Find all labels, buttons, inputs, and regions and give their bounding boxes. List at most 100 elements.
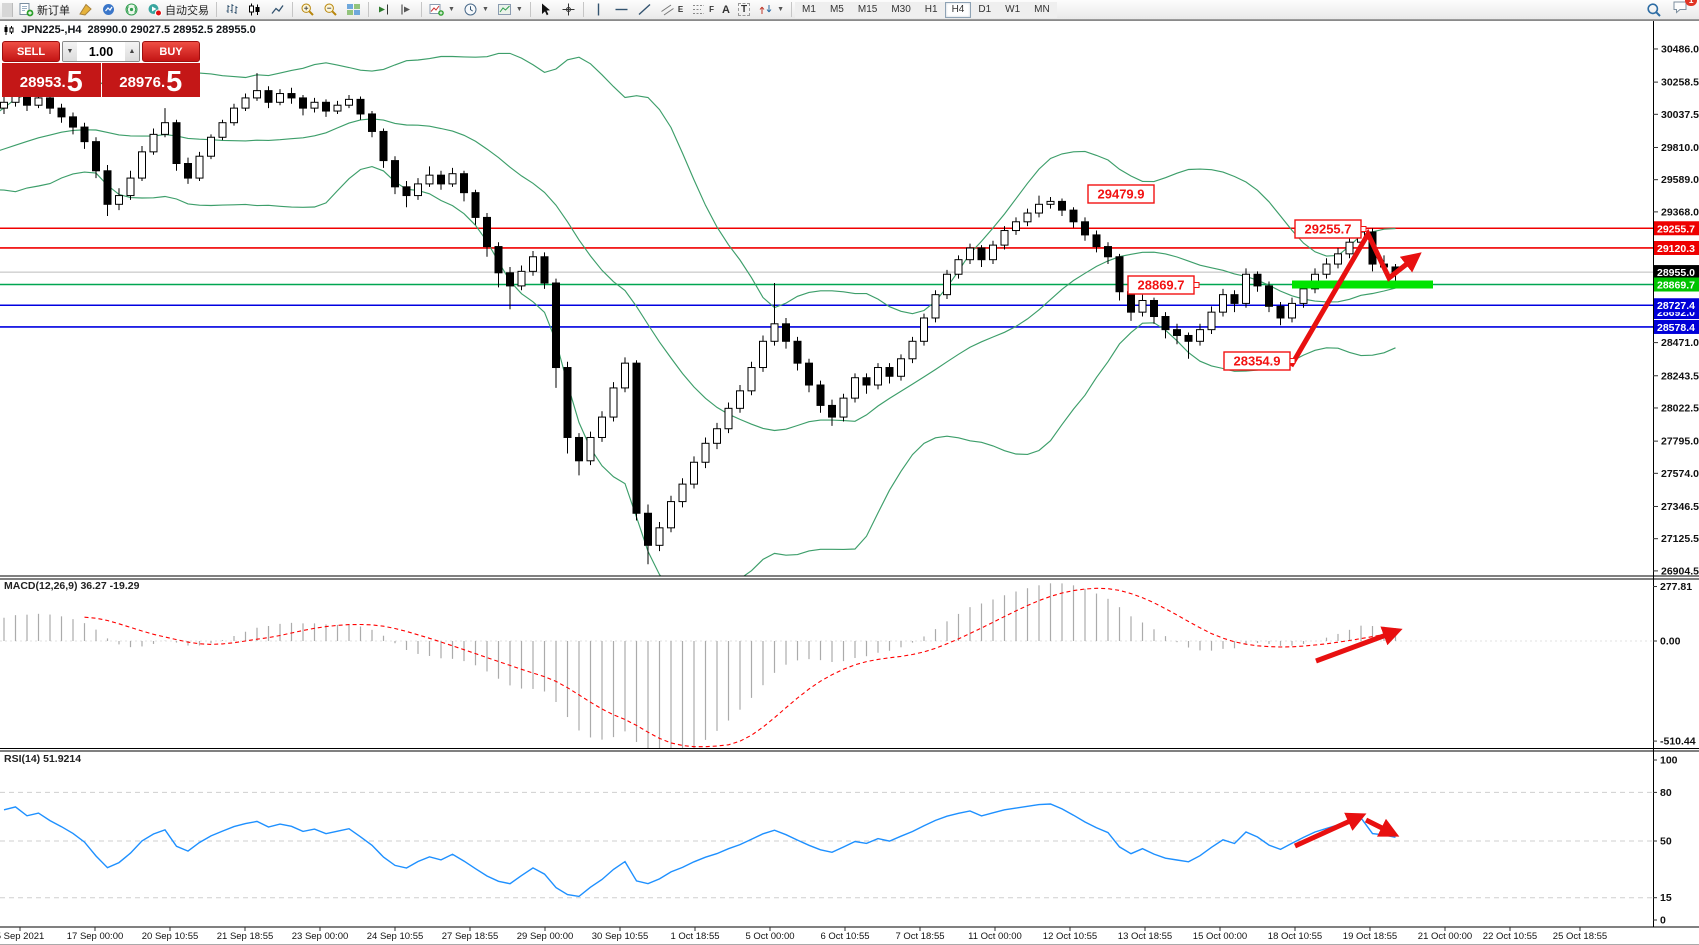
price-callout-label[interactable]: 29255.7 xyxy=(1295,220,1366,238)
sell-price-display[interactable]: 28953. 5 xyxy=(2,63,101,97)
trend-arrow[interactable] xyxy=(1316,631,1397,661)
candle-body xyxy=(415,184,422,196)
buy-price-main: 28976. xyxy=(119,70,165,96)
candle-body xyxy=(1197,330,1204,342)
new-order-button[interactable]: 新订单 xyxy=(15,1,74,19)
candle-body xyxy=(162,123,169,135)
rsi-tick-label: 15 xyxy=(1660,892,1672,904)
candle-body xyxy=(461,174,468,193)
trend-arrow[interactable] xyxy=(1366,820,1394,834)
zoom-in-button[interactable] xyxy=(296,1,319,19)
macd-values: 36.27 -19.29 xyxy=(80,580,139,592)
price-callout-label[interactable]: 28354.9 xyxy=(1224,352,1295,370)
candle-body xyxy=(1174,330,1181,336)
text-label-tool-button[interactable]: T xyxy=(734,1,754,19)
date-label: 23 Sep 00:00 xyxy=(292,931,349,942)
date-label: 29 Sep 00:00 xyxy=(517,931,574,942)
candle-body xyxy=(380,131,387,160)
candle-body xyxy=(1266,286,1273,306)
timeframe-h4-button[interactable]: H4 xyxy=(945,2,972,18)
tile-windows-button[interactable] xyxy=(342,1,365,19)
channel-tool-button[interactable]: E xyxy=(656,1,687,19)
date-label: 21 Oct 00:00 xyxy=(1418,931,1472,942)
chart-ohlc-header: JPN225-,H4 28990.0 29027.5 28952.5 28955… xyxy=(3,24,256,36)
trendline-tool-button[interactable] xyxy=(633,1,656,19)
candle-body xyxy=(610,388,617,417)
macd-tick-label: 0.00 xyxy=(1660,636,1681,648)
search-button[interactable] xyxy=(1642,1,1666,19)
price-callout-label[interactable]: 28869.7 xyxy=(1128,276,1199,294)
bollinger-band-l xyxy=(0,167,1396,594)
buy-button[interactable]: BUY xyxy=(142,41,200,62)
price-callout-label[interactable]: 29479.9 xyxy=(1088,185,1154,203)
bar-chart-button[interactable] xyxy=(220,1,243,19)
candle-body xyxy=(1116,257,1123,292)
candle-body xyxy=(541,257,548,283)
text-tool-button[interactable]: A xyxy=(718,1,734,19)
text-tool-icon: A xyxy=(722,4,730,16)
periods-button[interactable]: ▼ xyxy=(459,1,493,19)
chart-shift-button[interactable] xyxy=(395,1,418,19)
candlestick-chart-icon xyxy=(247,2,262,17)
crosshair-button[interactable] xyxy=(557,1,580,19)
candle-body xyxy=(1024,213,1031,222)
price-axis-badge: 28578.4 xyxy=(1654,320,1699,334)
candle-body xyxy=(622,363,629,388)
auto-scroll-button[interactable] xyxy=(372,1,395,19)
candle-body xyxy=(829,405,836,417)
volume-input[interactable] xyxy=(77,42,125,61)
autotrading-button[interactable]: 自动交易 xyxy=(143,1,213,19)
new-chart-button[interactable]: ▼ xyxy=(425,1,459,19)
timeframe-d1-button[interactable]: D1 xyxy=(971,2,998,18)
timeframe-w1-button[interactable]: W1 xyxy=(998,2,1027,18)
candle-body xyxy=(1082,222,1089,235)
rsi-pane xyxy=(0,792,1653,897)
timeframe-m1-button[interactable]: M1 xyxy=(795,2,823,18)
zoom-out-button[interactable] xyxy=(319,1,342,19)
vertical-line-tool-button[interactable] xyxy=(587,1,610,19)
line-chart-button[interactable] xyxy=(266,1,289,19)
notifications-button[interactable]: 1 xyxy=(1672,0,1689,20)
chart-canvas[interactable]: 29479.929255.728869.728354.930486.030258… xyxy=(0,0,1699,945)
timeframe-mn-button[interactable]: MN xyxy=(1027,2,1057,18)
timeframe-m15-button[interactable]: M15 xyxy=(851,2,884,18)
buy-price-display[interactable]: 28976. 5 xyxy=(102,63,201,97)
candle-body xyxy=(1254,274,1261,286)
chart-shift-icon xyxy=(399,2,414,17)
candle-body xyxy=(714,429,721,444)
arrows-tool-button[interactable]: ▼ xyxy=(754,1,788,19)
candle-body xyxy=(1220,295,1227,312)
sell-button[interactable]: SELL xyxy=(2,41,60,62)
candle-body xyxy=(311,102,318,108)
date-label: 6 Oct 10:55 xyxy=(820,931,869,942)
timeframe-m30-button[interactable]: M30 xyxy=(884,2,917,18)
volume-increase-button[interactable]: ▲ xyxy=(125,42,139,61)
styler-button[interactable] xyxy=(74,1,97,19)
candle-body xyxy=(472,193,479,218)
templates-button[interactable]: ▼ xyxy=(493,1,527,19)
horizontal-line-tool-button[interactable] xyxy=(610,1,633,19)
price-tick-label: 30037.5 xyxy=(1661,109,1699,121)
candle-body xyxy=(656,528,663,545)
market-watch-button[interactable] xyxy=(97,1,120,19)
text-label-tool-icon: T xyxy=(738,3,750,16)
candle-body xyxy=(1185,335,1192,341)
fibonacci-tool-button[interactable]: F xyxy=(687,1,718,19)
main-toolbar: 新订单 自动交易 ▼ ▼ xyxy=(0,0,1699,20)
candle-body xyxy=(955,260,962,275)
candle-body xyxy=(806,363,813,385)
timeframe-m5-button[interactable]: M5 xyxy=(823,2,851,18)
market-watch-icon xyxy=(101,2,116,17)
cursor-button[interactable] xyxy=(534,1,557,19)
candle-body xyxy=(1047,201,1054,204)
notification-badge: 1 xyxy=(1685,0,1697,6)
signals-button[interactable] xyxy=(120,1,143,19)
candle-body xyxy=(1335,254,1342,264)
candlestick-chart-button[interactable] xyxy=(243,1,266,19)
price-tick-label: 28243.5 xyxy=(1661,370,1699,382)
timeframe-h1-button[interactable]: H1 xyxy=(918,2,945,18)
support-zone-band[interactable] xyxy=(1292,281,1433,289)
date-label: 18 Oct 10:55 xyxy=(1268,931,1322,942)
volume-decrease-button[interactable]: ▼ xyxy=(63,42,77,61)
candle-body xyxy=(748,368,755,391)
